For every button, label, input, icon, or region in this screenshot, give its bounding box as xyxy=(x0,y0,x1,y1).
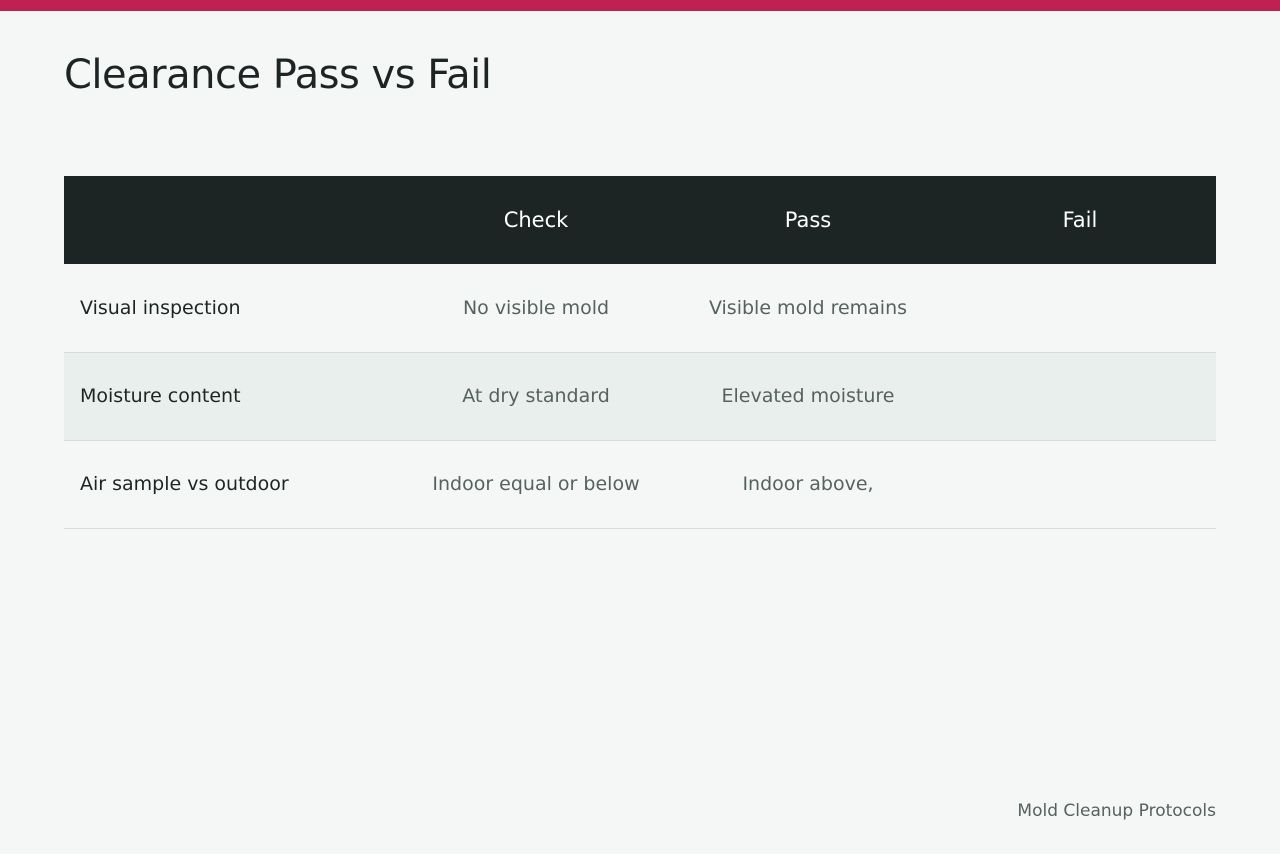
accent-bar xyxy=(0,0,1280,11)
clearance-table: Check Pass Fail Visual inspection No vis… xyxy=(64,176,1216,529)
row-label: Moisture content xyxy=(80,385,241,407)
pass-cell: Elevated moisture xyxy=(721,385,895,407)
pass-cell: Visible mold remains xyxy=(708,296,908,319)
check-cell: No visible mold xyxy=(462,296,610,319)
column-header-check: Check xyxy=(503,208,569,232)
footer-source: Mold Cleanup Protocols xyxy=(1017,801,1216,821)
table-header-row: Check Pass Fail xyxy=(64,176,1216,264)
fail-cell xyxy=(944,440,1216,528)
table-row: Air sample vs outdoor Indoor equal or be… xyxy=(64,440,1216,528)
check-cell: At dry standard xyxy=(462,385,610,407)
page-title: Clearance Pass vs Fail xyxy=(64,52,492,98)
pass-cell: Indoor above, xyxy=(742,473,874,495)
row-label: Visual inspection xyxy=(80,296,241,319)
fail-cell xyxy=(944,352,1216,440)
row-label: Air sample vs outdoor xyxy=(80,473,289,495)
fail-cell xyxy=(944,264,1216,352)
column-header-label xyxy=(64,176,400,264)
check-cell: Indoor equal or below xyxy=(432,473,640,495)
column-header-fail: Fail xyxy=(1062,208,1098,232)
table-row: Moisture content At dry standard Elevate… xyxy=(64,352,1216,440)
table-row: Visual inspection No visible mold Visibl… xyxy=(64,264,1216,352)
column-header-pass: Pass xyxy=(784,208,832,232)
